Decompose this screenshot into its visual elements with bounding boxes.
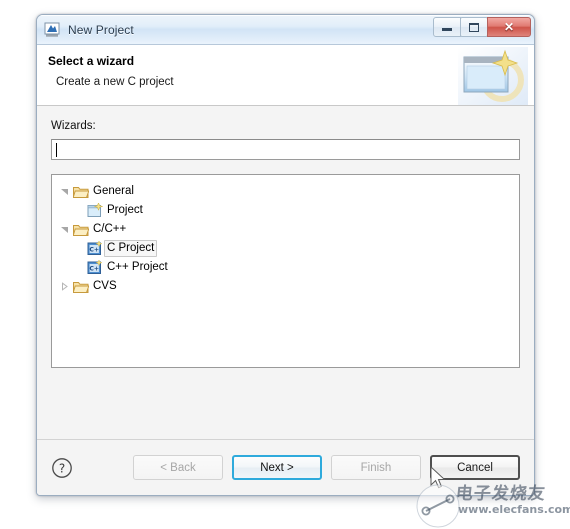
tree-node-project[interactable]: Project — [52, 201, 519, 220]
window-controls: ✕ — [433, 17, 531, 37]
screenshot-root: New Project ✕ Select a wizard Create a n… — [0, 0, 570, 529]
svg-text:?: ? — [59, 461, 65, 475]
wizard-tree[interactable]: General Project C/C++ C+ C Project C+ C+… — [51, 174, 520, 368]
next-button[interactable]: Next > — [232, 455, 322, 480]
tree-node-c-cpp[interactable]: C/C++ — [52, 220, 519, 239]
dialog-button-bar: ? < Back Next > Finish Cancel — [37, 439, 534, 495]
chevron-right-icon[interactable] — [56, 282, 72, 291]
open-folder-icon — [72, 185, 90, 199]
new-wizard-banner-icon — [458, 47, 528, 105]
c-project-icon: C+ — [86, 241, 104, 256]
cancel-button[interactable]: Cancel — [430, 455, 520, 480]
tree-node-label: C/C++ — [93, 223, 127, 235]
watermark-url: www.elecfans.com — [458, 503, 570, 516]
tree-node-c-project[interactable]: C+ C Project — [52, 239, 519, 258]
project-icon — [86, 203, 104, 218]
chevron-down-icon[interactable] — [56, 225, 72, 234]
svg-text:C+: C+ — [89, 246, 99, 253]
wizard-nav-buttons: < Back Next > Finish Cancel — [133, 455, 520, 480]
minimize-icon — [442, 28, 452, 31]
back-button[interactable]: < Back — [133, 455, 223, 480]
svg-text:C+: C+ — [89, 265, 99, 272]
finish-button[interactable]: Finish — [331, 455, 421, 480]
tree-node-cvs[interactable]: CVS — [52, 277, 519, 296]
open-folder-icon — [72, 280, 90, 294]
tree-node-label: C++ Project — [107, 261, 168, 273]
tree-node-general[interactable]: General — [52, 182, 519, 201]
wizards-label: Wizards: — [51, 120, 96, 132]
close-button[interactable]: ✕ — [487, 17, 531, 37]
wizard-header: Select a wizard Create a new C project — [37, 45, 534, 106]
tree-node-label: Project — [107, 204, 143, 216]
eclipse-icon — [43, 21, 61, 39]
minimize-button[interactable] — [433, 17, 461, 37]
chevron-down-icon[interactable] — [56, 187, 72, 196]
wizard-filter-input[interactable] — [51, 139, 520, 160]
maximize-icon — [469, 22, 479, 32]
title-bar[interactable]: New Project ✕ — [37, 15, 534, 45]
tree-node-label: C Project — [104, 240, 158, 257]
tree-node-label: General — [93, 185, 134, 197]
text-caret — [56, 143, 57, 157]
help-icon[interactable]: ? — [51, 457, 73, 479]
dialog-body: Wizards: General Project C/C++ C+ C Proj… — [37, 106, 534, 439]
tree-node-label: CVS — [93, 280, 117, 292]
new-project-dialog: New Project ✕ Select a wizard Create a n… — [36, 14, 535, 496]
cpp-project-icon: C+ — [86, 260, 104, 275]
window-title: New Project — [68, 22, 134, 37]
close-icon: ✕ — [503, 20, 515, 34]
open-folder-icon — [72, 223, 90, 237]
maximize-button[interactable] — [460, 17, 488, 37]
tree-node-cpp-project[interactable]: C+ C++ Project — [52, 258, 519, 277]
